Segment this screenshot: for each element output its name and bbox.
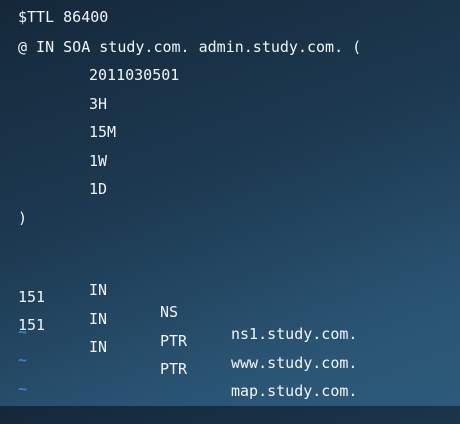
- record-class: IN: [89, 338, 108, 356]
- empty-line-marker: ~: [18, 351, 28, 369]
- soa-retry: 15M: [89, 123, 117, 141]
- soa-expire: 1W: [89, 152, 108, 170]
- soa-line: @ IN SOA study.com. admin.study.com. (: [18, 38, 362, 56]
- record-row: IN NS ns1.study.com.: [18, 235, 458, 343]
- record-target: ns1.study.com.: [231, 325, 358, 343]
- terminal-editor[interactable]: $TTL 86400 @ IN SOA study.com. admin.stu…: [0, 0, 460, 406]
- soa-refresh: 3H: [89, 95, 108, 113]
- soa-serial: 2011030501: [89, 66, 180, 84]
- close-paren: ): [18, 209, 28, 227]
- empty-line-marker: ~: [18, 323, 28, 341]
- empty-line-marker: ~: [18, 380, 28, 398]
- record-type: PTR: [160, 360, 188, 378]
- record-target: www.study.com.: [231, 354, 358, 372]
- record-target: map.study.com.: [231, 382, 358, 400]
- record-row: 151 IN PTR www.study.com.: [18, 264, 458, 372]
- soa-minimum: 1D: [89, 180, 108, 198]
- record-type: PTR: [160, 332, 188, 350]
- ttl-line: $TTL 86400: [18, 8, 109, 26]
- record-row: 151 IN PTR map.study.com.: [18, 292, 458, 400]
